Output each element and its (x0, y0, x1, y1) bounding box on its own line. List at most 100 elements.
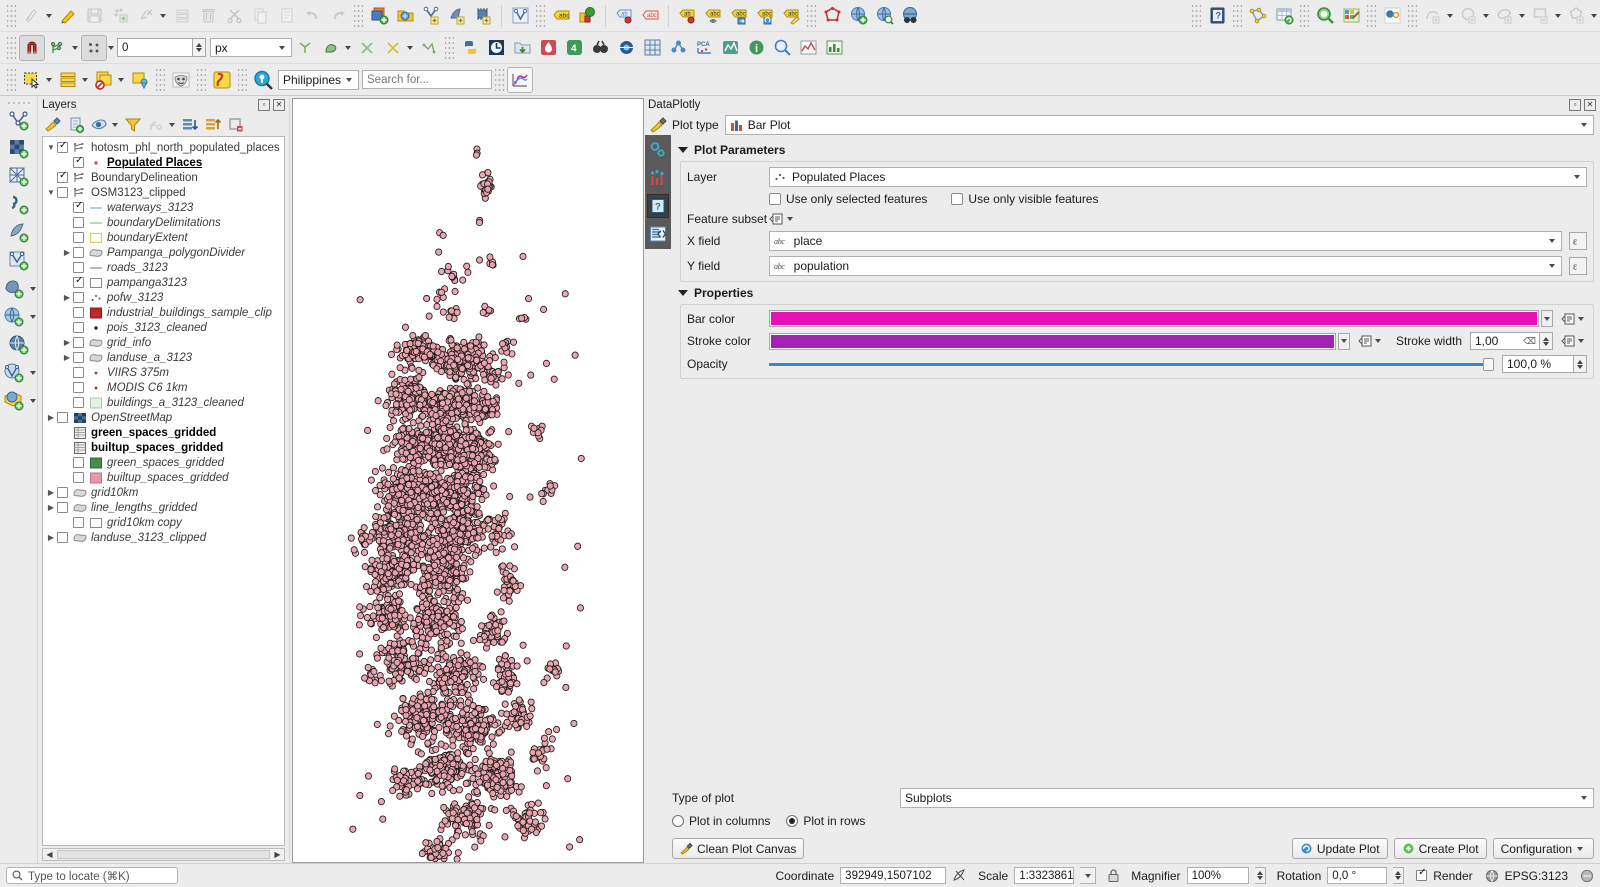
open-data-source-icon[interactable] (392, 3, 418, 29)
layer-visibility-checkbox[interactable] (73, 277, 84, 288)
merge-features-icon[interactable] (380, 35, 406, 61)
rectangle-caret-icon[interactable] (1555, 14, 1561, 18)
layer-visibility-checkbox[interactable] (73, 472, 84, 483)
collapse-triangle-icon[interactable] (678, 147, 688, 153)
render-checkbox[interactable] (1416, 870, 1427, 881)
globe-search-icon[interactable] (871, 3, 897, 29)
circular-string-caret-icon[interactable] (1447, 14, 1453, 18)
stroke-width-data-defined-icon[interactable] (1561, 334, 1576, 349)
select-features-icon[interactable] (1379, 3, 1405, 29)
filter-legend-expression-icon[interactable] (145, 115, 167, 135)
qgis-cloud-icon[interactable] (535, 35, 561, 61)
help-tab[interactable]: ? (647, 194, 669, 218)
properties-section-header[interactable]: Properties (672, 282, 1594, 304)
layer-visibility-checkbox[interactable] (73, 322, 84, 333)
simplify-caret-icon[interactable] (345, 46, 351, 50)
layer-tree-item[interactable]: boundaryDelimitations (43, 215, 284, 230)
dataplotly-toolbar-handle[interactable] (495, 69, 504, 91)
snapping-tolerance-stepper[interactable] (193, 38, 206, 57)
float-dock-icon[interactable]: ▫ (1569, 99, 1581, 111)
add-circle-icon[interactable] (1456, 3, 1482, 29)
add-group-icon[interactable] (65, 115, 87, 135)
pca-icon[interactable]: PCA (691, 35, 717, 61)
plot-settings-tab[interactable] (647, 138, 669, 162)
layer-visibility-checkbox[interactable] (73, 307, 84, 318)
avoid-overlap-icon[interactable] (81, 35, 107, 61)
scale-dropdown-icon[interactable] (1080, 867, 1096, 884)
y-field-select[interactable]: abc population (769, 256, 1562, 276)
plot-in-rows-radio[interactable]: Plot in rows (786, 814, 865, 828)
add-circular-string-icon[interactable] (1420, 3, 1446, 29)
clean-plot-canvas-icon[interactable] (646, 113, 670, 135)
open-layer-styling-icon[interactable] (42, 115, 64, 135)
dataplotly-button[interactable] (507, 67, 533, 93)
topological-editing-icon[interactable] (45, 35, 71, 61)
add-wms-layer-icon[interactable] (0, 303, 29, 330)
layer-visibility-checkbox[interactable] (73, 517, 84, 528)
snapping-units-select[interactable]: px (210, 38, 292, 57)
layer-visibility-checkbox[interactable] (73, 292, 84, 303)
coordinate-input[interactable]: 392949,1507102 (840, 867, 946, 884)
new-virtual-layer-icon[interactable] (507, 3, 533, 29)
redo-icon[interactable] (325, 3, 351, 29)
update-plot-button[interactable]: Update Plot (1292, 838, 1388, 859)
info-icon[interactable]: i (743, 35, 769, 61)
add-vector-layer-icon[interactable] (4, 107, 34, 134)
mask-toolbar-handle[interactable] (156, 69, 165, 91)
add-postgis-layer-icon[interactable] (0, 275, 29, 302)
layer-tree-item[interactable]: pampanga3123 (43, 275, 284, 290)
new-geopackage-layer-icon[interactable] (444, 3, 470, 29)
layer-tree-item[interactable]: buildings_a_3123_cleaned (43, 395, 284, 410)
x-field-select[interactable]: abc place (769, 231, 1562, 251)
chevron-right-icon[interactable]: ▶ (45, 503, 57, 512)
osm-binoculars-icon[interactable] (587, 35, 613, 61)
layer-tree-hscrollbar[interactable]: ◀ ▶ (42, 848, 285, 861)
chevron-right-icon[interactable]: ▶ (61, 293, 73, 302)
abc-pin-blue-icon[interactable]: ab (611, 3, 637, 29)
crs-label[interactable]: EPSG:3123 (1505, 869, 1568, 883)
add-mesh-layer-icon[interactable] (4, 163, 34, 190)
chevron-right-icon[interactable]: ▶ (61, 353, 73, 362)
abc-red-icon[interactable]: abc (637, 3, 663, 29)
layer-tree-item[interactable]: industrial_buildings_sample_clip (43, 305, 284, 320)
scale-input[interactable]: 1:3323861 (1014, 867, 1074, 884)
lock-scale-icon[interactable] (1106, 868, 1121, 883)
snapping-options-icon[interactable] (292, 35, 318, 61)
wcs-caret-icon[interactable] (30, 371, 36, 375)
chevron-down-icon[interactable] (1577, 796, 1591, 800)
open-attribute-table-yellow-icon[interactable] (55, 67, 81, 93)
toolbar-handle-6[interactable] (1233, 5, 1242, 27)
country-filter-select[interactable]: Philippines (278, 70, 359, 90)
add-feature-icon[interactable] (107, 3, 133, 29)
layer-tree-item[interactable]: ▶pofw_3123 (43, 290, 284, 305)
chevron-down-icon[interactable] (1545, 239, 1559, 243)
layer-visibility-checkbox[interactable] (73, 367, 84, 378)
layer-visibility-checkbox[interactable] (73, 337, 84, 348)
copy-icon[interactable] (247, 3, 273, 29)
opacity-slider[interactable] (769, 356, 1494, 373)
add-wfs-layer-icon[interactable] (4, 331, 34, 358)
globe-plus-icon[interactable] (845, 3, 871, 29)
layer-visibility-checkbox[interactable] (57, 487, 68, 498)
simplify-feature-icon[interactable] (318, 35, 344, 61)
layer-visibility-checkbox[interactable] (73, 382, 84, 393)
stroke-color-dropdown-icon[interactable] (1338, 333, 1350, 350)
statistical-summary-icon[interactable] (1338, 3, 1364, 29)
scroll-left-icon[interactable]: ◀ (43, 850, 56, 859)
layer-tree-item[interactable]: ▶landuse_3123_clipped (43, 530, 284, 545)
qfield-sync-icon[interactable]: 4 (561, 35, 587, 61)
location-search-icon[interactable] (250, 67, 276, 93)
stroke-color-data-defined-icon[interactable] (1358, 334, 1373, 349)
layer-tree-item[interactable]: green_spaces_gridded (43, 455, 284, 470)
modify-attributes-caret-icon[interactable] (160, 14, 166, 18)
split-features-icon[interactable] (354, 35, 380, 61)
mmqgis-icon[interactable] (717, 35, 743, 61)
inspector-icon[interactable] (769, 35, 795, 61)
avoid-overlap-caret-icon[interactable] (108, 46, 114, 50)
search-toolbar-handle[interactable] (238, 69, 247, 91)
layer-tree-item[interactable]: builtup_spaces_gridded (43, 470, 284, 485)
plot-parameters-section-header[interactable]: Plot Parameters (672, 139, 1594, 161)
merge-caret-icon[interactable] (407, 46, 413, 50)
layer-tree-item[interactable]: VIIRS 375m (43, 365, 284, 380)
ellipse-caret-icon[interactable] (1519, 14, 1525, 18)
